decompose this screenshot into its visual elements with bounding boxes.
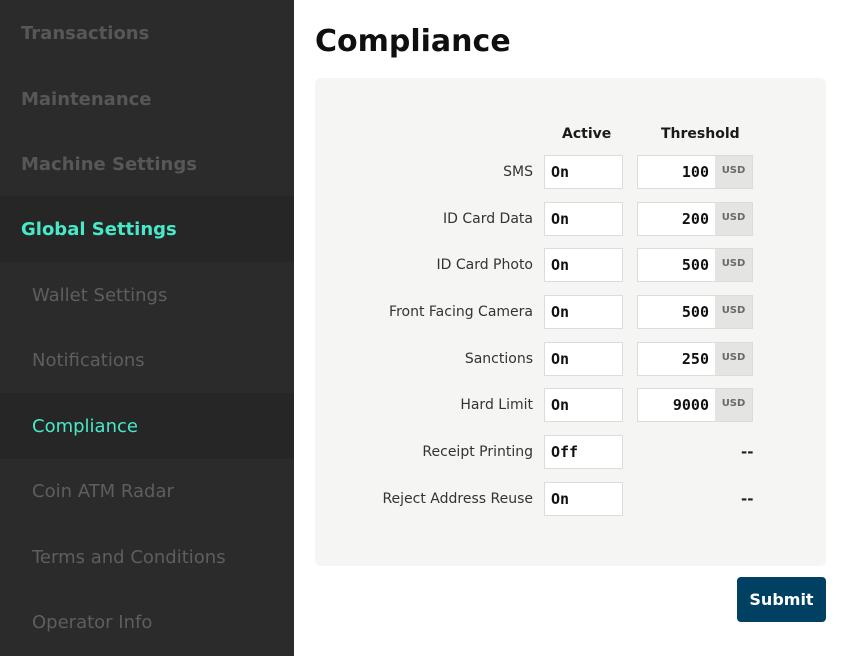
active-input[interactable]: On [544,482,623,516]
table-row: Sanctions On 250 USD [315,342,826,376]
threshold-input[interactable]: 200 [637,202,715,236]
sidebar-item-label: Wallet Settings [32,284,168,306]
sidebar-item-notifications[interactable]: Notifications [0,327,294,393]
active-input[interactable]: On [544,342,623,376]
table-row: ID Card Data On 200 USD [315,202,826,236]
column-header-threshold: Threshold [661,126,740,142]
table-row: Front Facing Camera On 500 USD [315,295,826,329]
active-input[interactable]: On [544,248,623,282]
sidebar-item-compliance[interactable]: Compliance [0,393,294,459]
table-row: Hard Limit On 9000 USD [315,388,826,422]
sidebar-item-operator-info[interactable]: Operator Info [0,589,294,655]
page-title: Compliance [315,24,511,59]
sidebar-item-label: Operator Info [32,611,153,633]
sidebar-item-coin-atm-radar[interactable]: Coin ATM Radar [0,458,294,524]
currency-unit: USD [715,295,753,329]
table-row: ID Card Photo On 500 USD [315,248,826,282]
compliance-panel: Active Threshold SMS On 100 USD ID Card … [315,78,826,566]
threshold-input[interactable]: 9000 [637,388,715,422]
row-label: ID Card Photo [436,257,534,273]
active-input[interactable]: On [544,295,623,329]
sidebar-item-label: Global Settings [21,218,177,240]
sidebar: Transactions Maintenance Machine Setting… [0,0,294,656]
threshold-empty: -- [741,490,754,508]
currency-unit: USD [715,155,753,189]
sidebar-item-label: Compliance [32,415,138,437]
table-row: Reject Address Reuse On -- [315,482,826,516]
sidebar-item-maintenance[interactable]: Maintenance [0,66,294,132]
active-input[interactable]: Off [544,435,623,469]
table-row: SMS On 100 USD [315,155,826,189]
currency-unit: USD [715,342,753,376]
threshold-input[interactable]: 100 [637,155,715,189]
threshold-input[interactable]: 500 [637,295,715,329]
threshold-input[interactable]: 500 [637,248,715,282]
sidebar-item-terms-and-conditions[interactable]: Terms and Conditions [0,524,294,590]
sidebar-item-label: Machine Settings [21,153,197,175]
sidebar-item-machine-settings[interactable]: Machine Settings [0,131,294,197]
row-label: Front Facing Camera [389,304,533,320]
sidebar-item-global-settings[interactable]: Global Settings [0,196,294,262]
row-label: Sanctions [464,351,533,367]
sidebar-item-label: Maintenance [21,88,152,110]
row-label: Hard Limit [460,397,533,413]
row-label: SMS [503,164,533,180]
currency-unit: USD [715,202,753,236]
threshold-empty: -- [741,443,754,461]
sidebar-item-wallet-settings[interactable]: Wallet Settings [0,262,294,328]
sidebar-item-transactions[interactable]: Transactions [0,0,294,66]
active-input[interactable]: On [544,202,623,236]
active-input[interactable]: On [544,155,623,189]
column-header-active: Active [562,126,612,142]
currency-unit: USD [715,248,753,282]
row-label: ID Card Data [443,211,533,227]
sidebar-item-label: Coin ATM Radar [32,480,174,502]
sidebar-item-label: Transactions [21,22,150,44]
submit-button[interactable]: Submit [737,577,826,622]
currency-unit: USD [715,388,753,422]
sidebar-item-label: Terms and Conditions [32,546,226,568]
row-label: Receipt Printing [422,444,533,460]
sidebar-item-label: Notifications [32,349,145,371]
threshold-input[interactable]: 250 [637,342,715,376]
table-row: Receipt Printing Off -- [315,435,826,469]
active-input[interactable]: On [544,388,623,422]
row-label: Reject Address Reuse [382,491,533,507]
main-content: Compliance Active Threshold SMS On 100 U… [294,0,857,656]
